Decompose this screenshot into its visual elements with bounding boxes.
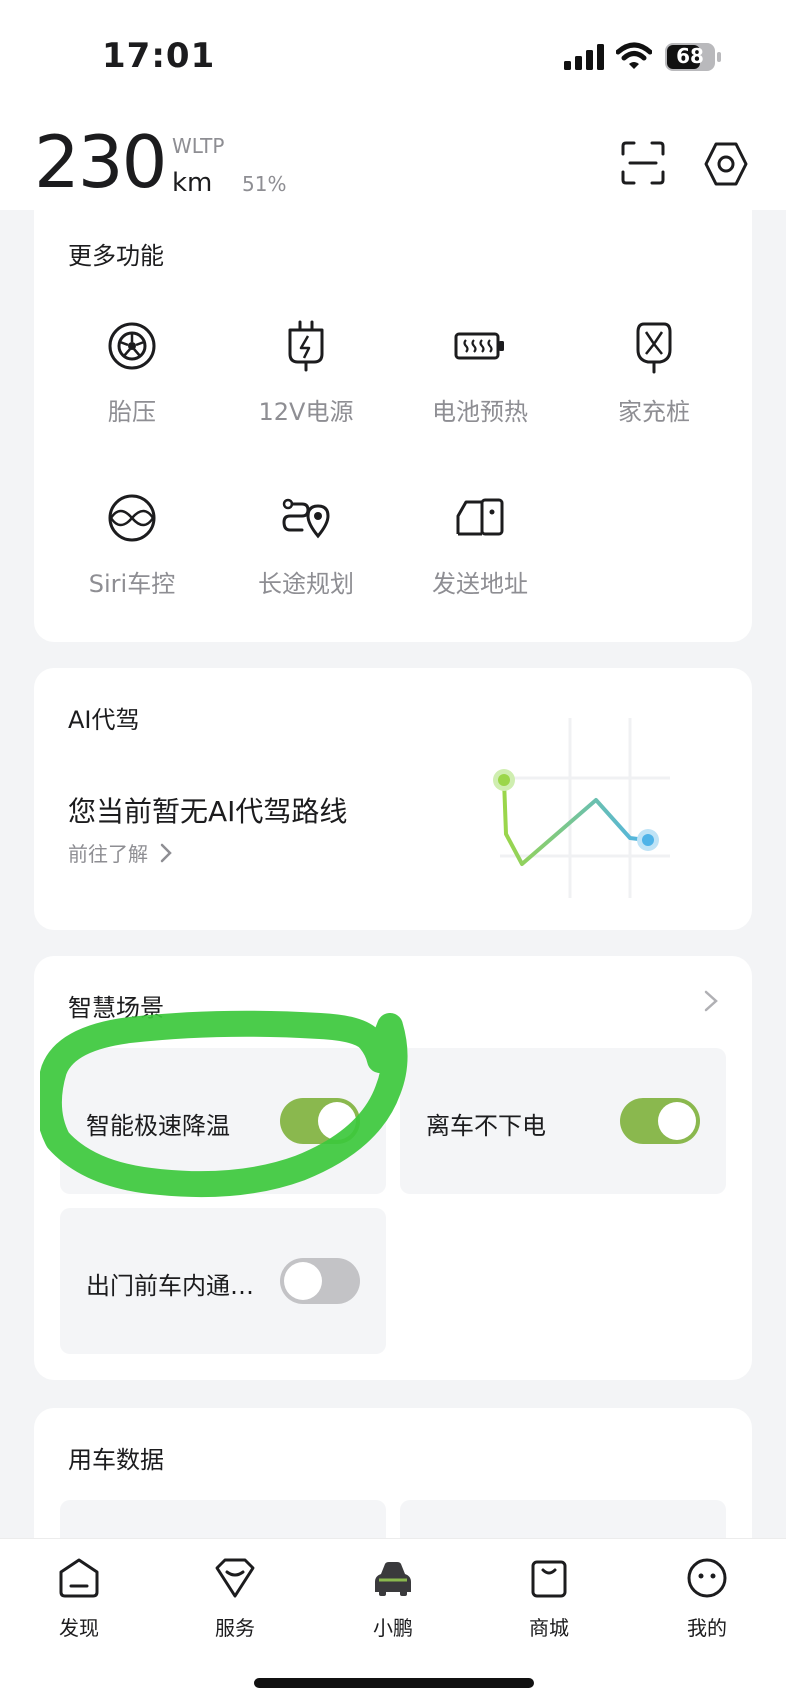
feature-battery-preheat[interactable]: 电池预热	[400, 318, 560, 458]
range-unit: km	[172, 168, 213, 198]
settings-icon[interactable]	[702, 140, 750, 188]
ai-driving-title: AI代驾	[68, 706, 140, 734]
scene-tile-keep-power: 离车不下电	[400, 1048, 726, 1194]
scene-toggle-fast-cooling[interactable]	[280, 1098, 360, 1144]
ai-driving-headline: 您当前暂无AI代驾路线	[68, 795, 348, 828]
learn-more-link[interactable]: 前往了解	[68, 838, 172, 867]
scene-toggle-pre-ventilation[interactable]	[280, 1258, 360, 1304]
feature-label: 电池预热	[432, 398, 528, 426]
scan-icon[interactable]	[620, 140, 666, 186]
battery-indicator: 68	[664, 42, 722, 72]
feature-siri-control[interactable]: Siri车控	[52, 490, 212, 630]
profile-icon	[687, 1558, 727, 1598]
tab-label: 服务	[215, 1616, 255, 1640]
feature-12v-power[interactable]: 12V电源	[226, 318, 386, 458]
feature-label: 12V电源	[258, 398, 354, 426]
tab-profile[interactable]: 我的	[652, 1556, 762, 1641]
smart-scenes-title: 智慧场景	[68, 994, 164, 1022]
toggle-knob	[284, 1262, 322, 1300]
feature-label: 发送地址	[432, 570, 528, 598]
battery-level: 68	[676, 44, 704, 68]
battery-heat-icon	[454, 332, 504, 360]
scene-label: 离车不下电	[426, 1112, 546, 1140]
toggle-knob	[658, 1102, 696, 1140]
feature-label: 长途规划	[258, 570, 354, 598]
charger-icon	[636, 322, 672, 374]
send-address-icon	[456, 498, 504, 536]
tire-icon	[108, 322, 156, 370]
feature-label: 家充桩	[618, 398, 690, 426]
scene-tile-fast-cooling: 智能极速降温	[60, 1048, 386, 1194]
tab-label: 小鹏	[373, 1616, 413, 1640]
usage-data-title: 用车数据	[68, 1446, 164, 1474]
feature-home-charger[interactable]: 家充桩	[574, 318, 734, 458]
learn-more-label: 前往了解	[68, 842, 148, 866]
service-icon	[215, 1558, 255, 1598]
tab-store[interactable]: 商城	[494, 1556, 604, 1641]
status-time: 17:01	[102, 36, 216, 76]
more-features-card: 更多功能 胎压 12V电源 电池预热 家充桩 Siri车控 长途规划 发送地址	[34, 200, 752, 642]
chevron-right-icon[interactable]	[704, 990, 718, 1012]
chevron-right-icon	[160, 843, 172, 862]
cellular-signal-icon	[564, 44, 604, 70]
scene-label: 智能极速降温	[86, 1112, 230, 1140]
tab-label: 商城	[529, 1616, 569, 1640]
store-icon	[531, 1560, 567, 1598]
tab-label: 我的	[687, 1616, 727, 1640]
discover-icon	[59, 1558, 99, 1598]
scene-label: 出门前车内通…	[86, 1272, 254, 1300]
smart-scenes-card: 智慧场景 智能极速降温 离车不下电 出门前车内通…	[34, 956, 752, 1380]
scene-toggle-keep-power[interactable]	[620, 1098, 700, 1144]
range-standard: WLTP	[172, 134, 225, 158]
car-icon	[375, 1562, 411, 1596]
tab-discover[interactable]: 发现	[24, 1556, 134, 1641]
more-features-title: 更多功能	[68, 242, 164, 270]
feature-send-address[interactable]: 发送地址	[400, 490, 560, 630]
route-icon	[282, 498, 330, 539]
plug-icon	[288, 320, 324, 372]
home-indicator[interactable]	[254, 1678, 534, 1688]
ai-driving-card[interactable]: AI代驾 您当前暂无AI代驾路线 前往了解	[34, 668, 752, 930]
tab-service[interactable]: 服务	[180, 1556, 290, 1641]
route-illustration	[493, 718, 670, 898]
feature-label: 胎压	[108, 398, 156, 426]
siri-icon	[108, 494, 156, 542]
scene-tile-pre-ventilation: 出门前车内通…	[60, 1208, 386, 1354]
range-value: 230	[34, 120, 167, 204]
feature-label: Siri车控	[88, 570, 176, 598]
tab-label: 发现	[59, 1616, 99, 1640]
tab-xpeng[interactable]: 小鹏	[338, 1556, 448, 1641]
feature-long-trip[interactable]: 长途规划	[226, 490, 386, 630]
toggle-knob	[318, 1102, 356, 1140]
wifi-icon	[616, 42, 652, 69]
battery-percent: 51%	[242, 172, 287, 196]
feature-tire-pressure[interactable]: 胎压	[52, 318, 212, 458]
